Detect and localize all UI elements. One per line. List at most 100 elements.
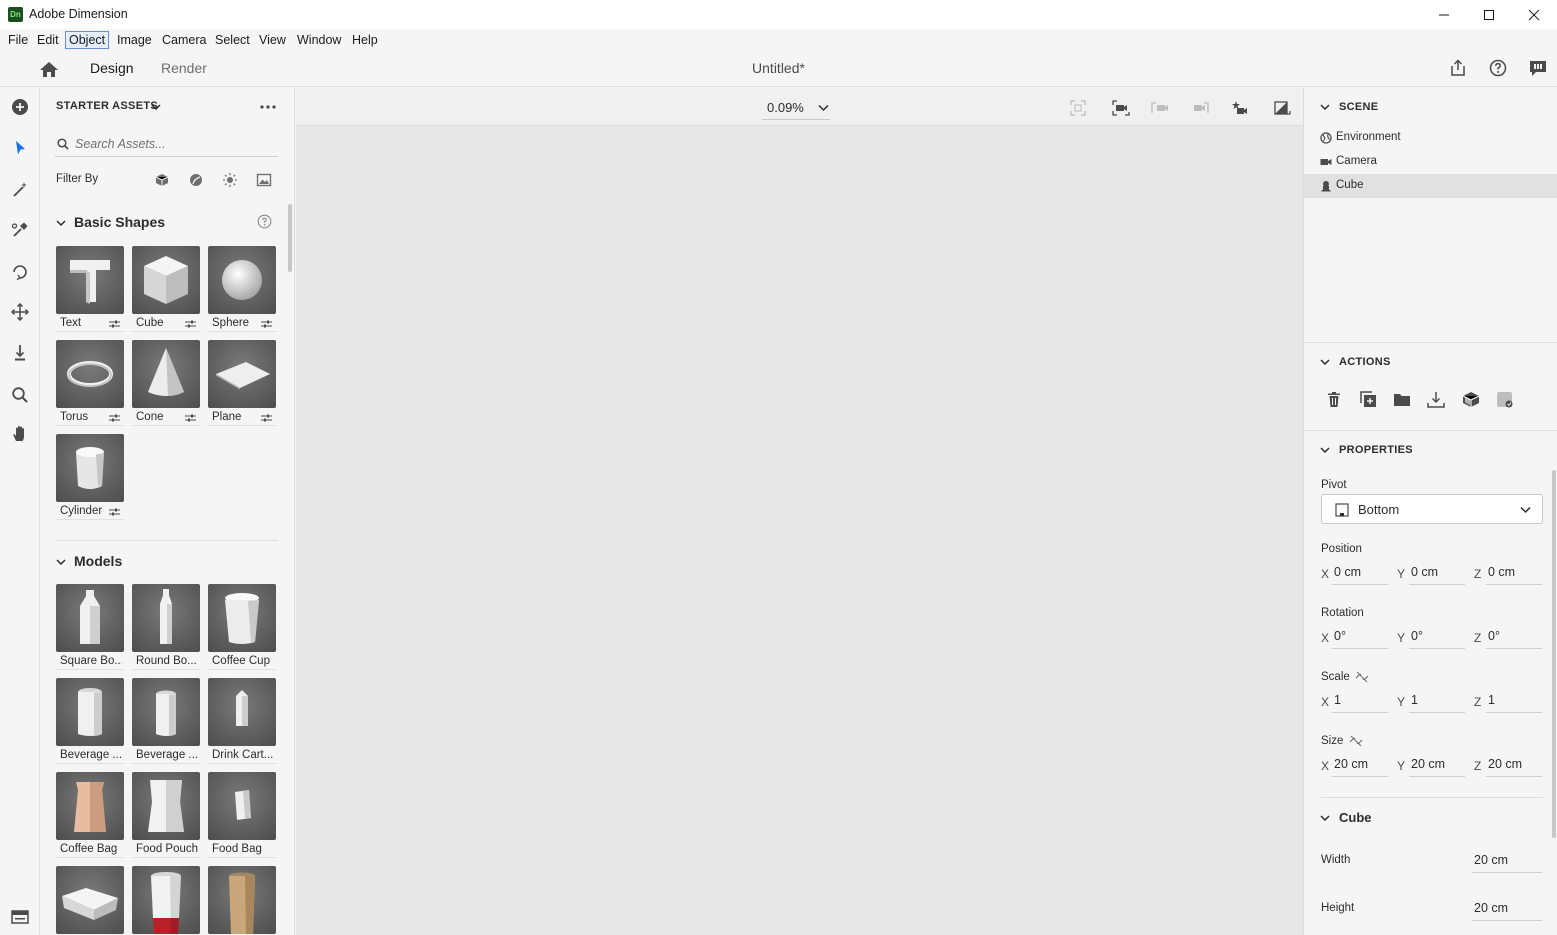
sliders-icon[interactable] [261,413,272,423]
render-preview-button[interactable] [1272,98,1292,118]
sliders-icon[interactable] [109,413,120,423]
basic-shapes-collapse-icon[interactable] [56,218,66,228]
add-asset-tool[interactable] [7,94,33,120]
asset-tile-food-bag[interactable]: Food Bag [208,772,276,858]
menu-window[interactable]: Window [293,31,345,49]
chevron-down-icon[interactable] [1320,102,1330,112]
drop-to-ground-tool[interactable] [7,340,33,366]
asset-tile-square-bottle[interactable]: Square Bo... [56,584,124,670]
asset-tile-takeout-box[interactable] [56,866,124,935]
sliders-icon[interactable] [185,413,196,423]
pivot-dropdown[interactable]: Bottom [1321,494,1543,524]
chevron-down-icon[interactable] [151,102,161,112]
asset-tile-cylinder[interactable]: Cylinder [56,434,124,520]
fit-view-button[interactable] [1068,98,1088,118]
more-options-button[interactable] [259,100,277,114]
camera-bookmark-button[interactable] [1230,98,1250,118]
models-title[interactable]: Models [74,553,122,569]
models-collapse-icon[interactable] [56,557,66,567]
asset-tile-food-pouch[interactable]: Food Pouch [132,772,200,858]
position-x-field[interactable]: 0 cm [1332,561,1388,585]
material-action-button[interactable] [1494,388,1516,410]
menu-image[interactable]: Image [113,31,156,49]
group-button[interactable] [1391,388,1413,410]
scale-y-field[interactable]: 1 [1409,689,1465,713]
feedback-button[interactable] [1528,58,1548,78]
search-input[interactable] [75,134,275,154]
asset-tile-round-bottle[interactable]: Round Bo... [132,584,200,670]
chevron-down-icon[interactable] [1320,813,1330,823]
sliders-icon[interactable] [109,507,120,517]
asset-tile-coffee-bag[interactable]: Coffee Bag [56,772,124,858]
magic-wand-tool[interactable] [7,177,33,203]
basic-shapes-help-button[interactable] [257,214,272,229]
asset-tile-tumbler[interactable] [132,866,200,935]
size-z-field[interactable]: 20 cm [1486,753,1542,777]
unlink-icon[interactable] [1355,671,1369,683]
properties-scrollbar[interactable] [1552,470,1556,838]
menu-file[interactable]: File [4,31,32,49]
asset-tile-paper-cup[interactable] [208,866,276,935]
sliders-icon[interactable] [185,319,196,329]
sliders-icon[interactable] [261,319,272,329]
panel-toggle-button[interactable] [7,904,33,930]
select-tool[interactable] [7,135,33,161]
camera-frame-button[interactable] [1111,98,1131,118]
basic-shapes-title[interactable]: Basic Shapes [74,214,165,230]
asset-tile-sphere[interactable]: Sphere [208,246,276,332]
chevron-down-icon[interactable] [1320,357,1330,367]
position-y-field[interactable]: 0 cm [1409,561,1465,585]
menu-view[interactable]: View [255,31,290,49]
scale-x-field[interactable]: 1 [1332,689,1388,713]
scale-z-field[interactable]: 1 [1486,689,1542,713]
asset-tile-plane[interactable]: Plane [208,340,276,426]
filter-images-button[interactable] [256,172,272,188]
scene-item-cube[interactable]: Cube [1304,174,1557,198]
sliders-icon[interactable] [109,319,120,329]
help-button[interactable] [1488,58,1508,78]
redo-camera-button[interactable] [1190,98,1210,118]
unlink-icon[interactable] [1349,735,1363,747]
asset-tile-coffee-cup[interactable]: Coffee Cup [208,584,276,670]
canvas-viewport[interactable]: 0.09% [296,88,1303,935]
rotation-x-field[interactable]: 0° [1332,625,1388,649]
zoom-tool[interactable] [7,382,33,408]
asset-tile-beverage-can-2[interactable]: Beverage ... [132,678,200,764]
minimize-button[interactable] [1421,0,1467,29]
size-y-field[interactable]: 20 cm [1409,753,1465,777]
filter-lights-button[interactable] [222,172,238,188]
asset-tile-beverage-can-1[interactable]: Beverage ... [56,678,124,764]
undo-camera-button[interactable] [1150,98,1170,118]
maximize-button[interactable] [1466,0,1512,29]
scene-item-environment[interactable]: Environment [1304,126,1557,150]
duplicate-button[interactable] [1357,388,1379,410]
position-z-field[interactable]: 0 cm [1486,561,1542,585]
asset-panel-scrollbar[interactable] [288,204,292,272]
asset-tile-text[interactable]: Text [56,246,124,332]
orbit-tool[interactable] [7,259,33,285]
zoom-control[interactable]: 0.09% [762,96,830,120]
filter-models-button[interactable] [154,172,170,188]
starter-assets-title[interactable]: STARTER ASSETS [56,100,158,112]
sample-tool[interactable] [7,217,33,243]
align-to-surface-button[interactable] [1460,388,1482,410]
pan-tool[interactable] [7,421,33,447]
move-tool[interactable] [7,299,33,325]
scene-item-camera[interactable]: Camera [1304,150,1557,174]
move-to-ground-button[interactable] [1425,388,1447,410]
rotation-y-field[interactable]: 0° [1409,625,1465,649]
menu-camera[interactable]: Camera [158,31,210,49]
asset-tile-drink-carton[interactable]: Drink Cart... [208,678,276,764]
filter-materials-button[interactable] [188,172,204,188]
asset-tile-cube[interactable]: Cube [132,246,200,332]
menu-object[interactable]: Object [65,31,110,49]
height-field[interactable]: 20 cm [1472,897,1542,921]
menu-select[interactable]: Select [211,31,254,49]
menu-edit[interactable]: Edit [33,31,63,49]
close-button[interactable] [1511,0,1557,29]
menu-help[interactable]: Help [348,31,382,49]
width-field[interactable]: 20 cm [1472,849,1542,873]
asset-tile-torus[interactable]: Torus [56,340,124,426]
share-button[interactable] [1448,58,1468,78]
rotation-z-field[interactable]: 0° [1486,625,1542,649]
